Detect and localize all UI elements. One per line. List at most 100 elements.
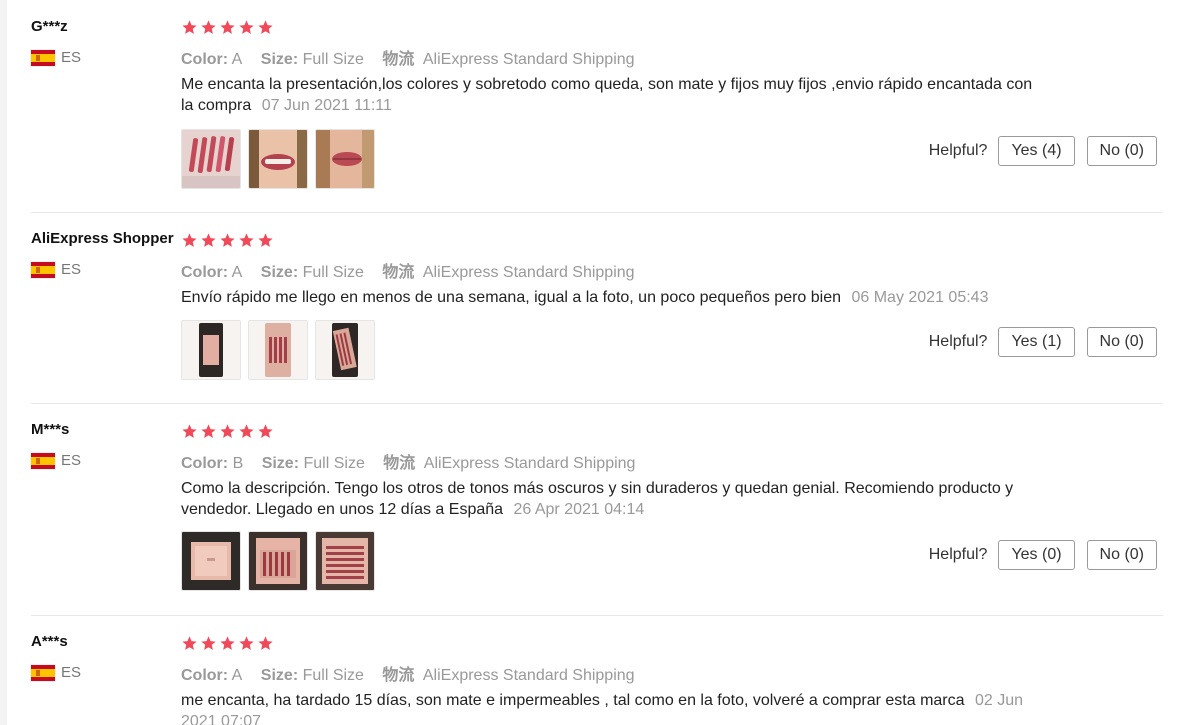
color-label: Color: bbox=[181, 264, 229, 281]
star-icon bbox=[238, 423, 255, 440]
review-date: 06 May 2021 05:43 bbox=[851, 289, 989, 306]
size-value: Full Size bbox=[302, 667, 364, 684]
sku-info: Color: B Size: Full Size 物流 AliExpress S… bbox=[181, 449, 635, 473]
sku-info: Color: A Size: Full Size 物流 AliExpress S… bbox=[181, 258, 635, 282]
size-label: Size: bbox=[261, 455, 300, 472]
review-body: me encanta, ha tardado 15 días, son mate… bbox=[181, 692, 965, 709]
star-icon bbox=[219, 19, 236, 36]
shipping-method: AliExpress Standard Shipping bbox=[423, 455, 636, 472]
star-rating bbox=[181, 232, 274, 249]
review-date: 26 Apr 2021 04:14 bbox=[513, 501, 645, 518]
review-body: Envío rápido me llego en menos de una se… bbox=[181, 289, 842, 306]
helpful-label: Helpful? bbox=[928, 546, 988, 563]
page-left-border bbox=[0, 0, 7, 725]
review-item: AliExpress Shopper ES Color: A Size: Ful… bbox=[7, 213, 1163, 404]
color-label: Color: bbox=[181, 51, 229, 68]
review-text: Envío rápido me llego en menos de una se… bbox=[181, 287, 1041, 308]
star-icon bbox=[200, 423, 217, 440]
reviewer-name: M***s bbox=[31, 421, 70, 438]
shipping-method: AliExpress Standard Shipping bbox=[422, 264, 635, 281]
star-icon bbox=[257, 232, 274, 249]
star-icon bbox=[257, 19, 274, 36]
review-photos bbox=[181, 320, 375, 380]
size-value: Full Size bbox=[303, 455, 365, 472]
size-value: Full Size bbox=[302, 51, 364, 68]
open-lipstick-box-photo[interactable] bbox=[248, 531, 308, 591]
helpful-yes-button[interactable]: Yes (0) bbox=[998, 540, 1075, 570]
star-icon bbox=[238, 19, 255, 36]
reviewer-country: ES bbox=[31, 664, 81, 681]
helpful-yes-button[interactable]: Yes (4) bbox=[998, 136, 1075, 166]
helpful-yes-button[interactable]: Yes (1) bbox=[998, 327, 1075, 357]
review-item: A***s ES Color: A Size: Full Size 物流 Ali… bbox=[7, 616, 1163, 725]
shipping-label: 物流 bbox=[382, 667, 415, 684]
review-text: me encanta, ha tardado 15 días, son mate… bbox=[181, 690, 1041, 725]
review-text: Me encanta la presentación,los colores y… bbox=[181, 74, 1041, 116]
size-value: Full Size bbox=[302, 264, 364, 281]
country-code: ES bbox=[61, 664, 82, 681]
shipping-label: 物流 bbox=[382, 51, 415, 68]
color-value: A bbox=[231, 51, 243, 68]
helpful-label: Helpful? bbox=[928, 142, 988, 159]
reviewer-name: G***z bbox=[31, 18, 68, 35]
review-item: G***z ES Color: A Size: Full Size 物流 Ali… bbox=[7, 0, 1163, 213]
shipping-label: 物流 bbox=[382, 264, 415, 281]
spain-flag-icon bbox=[31, 261, 55, 278]
helpful-vote: Helpful? Yes (0) No (0) bbox=[929, 540, 1157, 570]
reviewer-country: ES bbox=[31, 49, 81, 66]
lipstick-swatches-photo[interactable] bbox=[181, 129, 241, 189]
reviews-page: G***z ES Color: A Size: Full Size 物流 Ali… bbox=[0, 0, 1181, 725]
reviewer-name: A***s bbox=[31, 633, 68, 650]
size-label: Size: bbox=[260, 51, 299, 68]
country-code: ES bbox=[61, 452, 82, 469]
star-icon bbox=[219, 635, 236, 652]
gift-box-photo[interactable] bbox=[181, 320, 241, 380]
lipstick-set-photo[interactable] bbox=[315, 320, 375, 380]
open-box-photo[interactable] bbox=[248, 320, 308, 380]
star-icon bbox=[181, 423, 198, 440]
color-label: Color: bbox=[181, 667, 229, 684]
spain-flag-icon bbox=[31, 452, 55, 469]
star-icon bbox=[219, 423, 236, 440]
country-code: ES bbox=[61, 49, 82, 66]
smiling-lips-photo[interactable] bbox=[248, 129, 308, 189]
reviewer-country: ES bbox=[31, 261, 81, 278]
sku-info: Color: A Size: Full Size 物流 AliExpress S… bbox=[181, 661, 635, 685]
color-value: B bbox=[232, 455, 244, 472]
star-icon bbox=[200, 232, 217, 249]
star-icon bbox=[200, 19, 217, 36]
pink-box-photo[interactable] bbox=[181, 531, 241, 591]
star-icon bbox=[181, 635, 198, 652]
review-item: M***s ES Color: B Size: Full Size 物流 Ali… bbox=[7, 404, 1163, 616]
size-label: Size: bbox=[260, 264, 299, 281]
helpful-no-button[interactable]: No (0) bbox=[1086, 136, 1157, 166]
helpful-vote: Helpful? Yes (1) No (0) bbox=[929, 327, 1157, 357]
reviewer-country: ES bbox=[31, 452, 81, 469]
helpful-label: Helpful? bbox=[928, 333, 988, 350]
shipping-method: AliExpress Standard Shipping bbox=[422, 667, 635, 684]
star-rating bbox=[181, 19, 274, 36]
star-icon bbox=[257, 423, 274, 440]
lips-closeup-photo[interactable] bbox=[315, 129, 375, 189]
star-icon bbox=[219, 232, 236, 249]
lipstick-row-photo[interactable] bbox=[315, 531, 375, 591]
helpful-no-button[interactable]: No (0) bbox=[1086, 327, 1157, 357]
review-text: Como la descripción. Tengo los otros de … bbox=[181, 478, 1041, 520]
star-rating bbox=[181, 635, 274, 652]
star-icon bbox=[181, 19, 198, 36]
spain-flag-icon bbox=[31, 664, 55, 681]
shipping-method: AliExpress Standard Shipping bbox=[422, 51, 635, 68]
size-label: Size: bbox=[260, 667, 299, 684]
review-date: 07 Jun 2021 11:11 bbox=[261, 97, 392, 114]
country-code: ES bbox=[61, 261, 82, 278]
review-photos bbox=[181, 531, 375, 591]
helpful-no-button[interactable]: No (0) bbox=[1086, 540, 1157, 570]
star-icon bbox=[238, 635, 255, 652]
helpful-vote: Helpful? Yes (4) No (0) bbox=[929, 136, 1157, 166]
color-value: A bbox=[231, 667, 243, 684]
spain-flag-icon bbox=[31, 49, 55, 66]
star-icon bbox=[257, 635, 274, 652]
star-icon bbox=[181, 232, 198, 249]
star-rating bbox=[181, 423, 274, 440]
star-icon bbox=[200, 635, 217, 652]
